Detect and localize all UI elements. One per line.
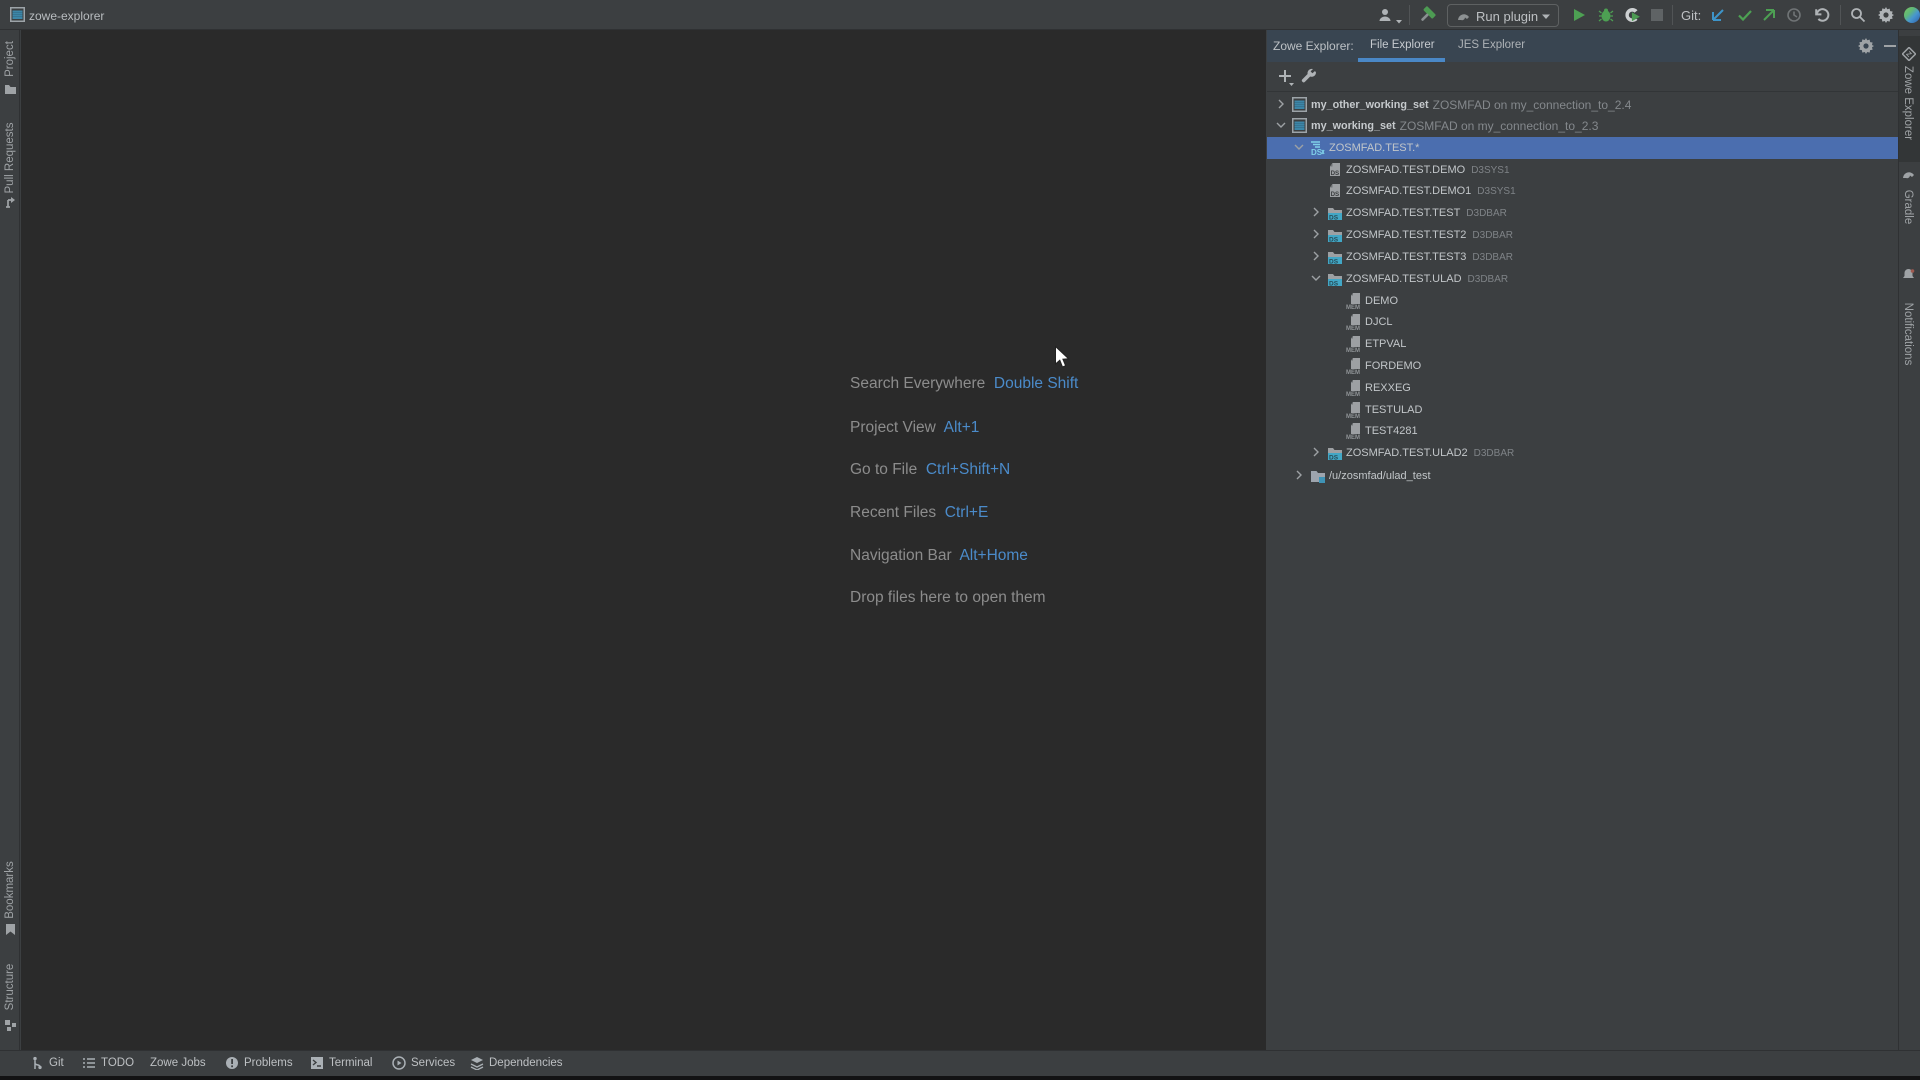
- svg-text:MEM: MEM: [1346, 392, 1360, 396]
- svg-text:MEM: MEM: [1346, 370, 1360, 374]
- svg-text:MEM: MEM: [1346, 326, 1360, 330]
- svg-text:DS: DS: [1331, 191, 1340, 198]
- svg-text:MEM: MEM: [1346, 348, 1360, 352]
- svg-text:DS: DS: [1311, 148, 1323, 156]
- svg-text:MEM: MEM: [1346, 305, 1360, 309]
- svg-text:DS: DS: [1329, 237, 1339, 244]
- svg-text:DS: DS: [1329, 215, 1339, 222]
- svg-text:DS: DS: [1331, 170, 1340, 177]
- svg-text:DS: DS: [1329, 455, 1339, 462]
- svg-text:MEM: MEM: [1346, 435, 1360, 439]
- svg-text:DS: DS: [1329, 259, 1339, 266]
- svg-text:DS: DS: [1329, 281, 1339, 288]
- svg-text:MEM: MEM: [1346, 414, 1360, 418]
